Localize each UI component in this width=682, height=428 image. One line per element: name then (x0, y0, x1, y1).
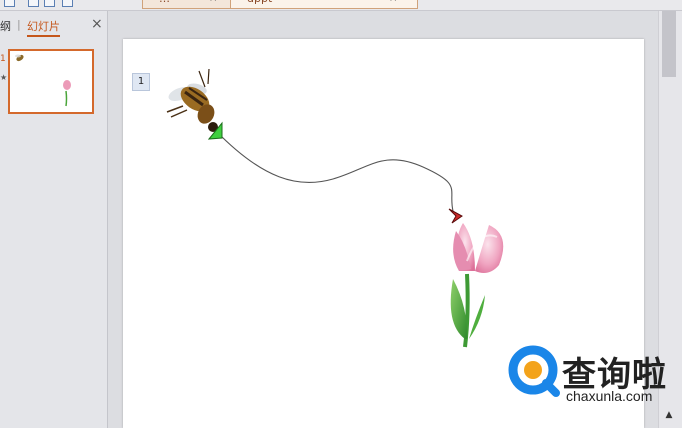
thumbnail-slide-number: 1 (0, 54, 6, 64)
pane-tabs: 纲 | 幻灯片 × (0, 16, 107, 38)
tab-close-icon[interactable]: × (389, 0, 397, 4)
animation-order-badge[interactable]: 1 (132, 73, 150, 91)
path-end-icon[interactable] (448, 208, 463, 224)
tab-label: … (159, 0, 170, 5)
print-icon[interactable] (44, 0, 55, 7)
watermark: 查询啦 chaxunla.com (508, 343, 678, 413)
tab-slides[interactable]: 幻灯片 (27, 18, 60, 37)
tab-document-dppt[interactable]: dppt × (230, 0, 418, 9)
tab-separator: | (17, 18, 21, 31)
tulip-image[interactable] (450, 223, 504, 348)
bee-icon (15, 54, 24, 62)
slide-pane: 纲 | 幻灯片 × 1 ★ (0, 11, 108, 428)
bee-image[interactable] (166, 68, 218, 132)
animation-star-icon: ★ (0, 73, 8, 82)
scrollbar-thumb[interactable] (662, 11, 676, 77)
open-icon[interactable] (28, 0, 39, 7)
preview-icon[interactable] (62, 0, 73, 7)
watermark-site: chaxunla.com (566, 388, 653, 404)
tulip-icon (63, 80, 71, 107)
close-icon[interactable]: × (91, 16, 103, 32)
motion-path-line[interactable] (215, 130, 454, 212)
magnifier-logo-icon (508, 345, 560, 397)
thumbnail-preview (15, 54, 71, 107)
save-icon[interactable] (4, 0, 15, 7)
tab-label: dppt (247, 0, 272, 5)
slide-thumbnail[interactable] (8, 49, 94, 114)
tab-document-1[interactable]: … × (142, 0, 238, 9)
tab-outline[interactable]: 纲 (0, 18, 11, 34)
tab-close-icon[interactable]: × (209, 0, 217, 4)
title-tab-bar: … × dppt × (0, 0, 682, 11)
